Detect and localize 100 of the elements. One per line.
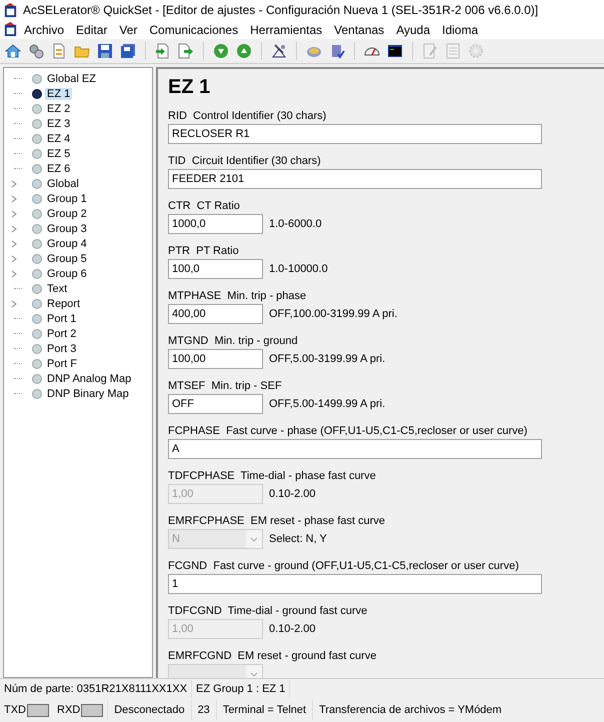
terminal-status: Terminal = Telnet bbox=[216, 700, 312, 720]
tree-item[interactable]: Port 1 bbox=[45, 312, 78, 324]
menu-item[interactable]: Herramientas bbox=[244, 22, 328, 36]
tree-item[interactable]: Group 2 bbox=[45, 208, 89, 220]
tree-item[interactable]: Port 2 bbox=[45, 328, 78, 340]
app-icon[interactable] bbox=[3, 22, 18, 37]
setting-label: EMRFCGND EM reset - ground fast curve bbox=[168, 649, 378, 664]
tree-item[interactable]: Group 3 bbox=[45, 222, 89, 234]
status-dot-icon bbox=[32, 374, 42, 384]
tree-item[interactable]: Global bbox=[45, 178, 81, 190]
setting-label: TDFCPHASE Time-dial - phase fast curve bbox=[168, 469, 377, 484]
tree-item[interactable]: EZ 6 bbox=[45, 162, 72, 174]
expand-icon[interactable] bbox=[10, 224, 18, 232]
txd-indicator bbox=[27, 704, 49, 716]
tree-item[interactable]: Report bbox=[45, 298, 82, 310]
window-title: AcSELerator® QuickSet - [Editor de ajustes - Configuración Nueva 1 (SEL-351R-2 006 v6.6.0.0)] bbox=[23, 3, 538, 17]
status-dot-icon bbox=[32, 344, 42, 354]
tree-item[interactable]: EZ 3 bbox=[45, 118, 72, 130]
tree-item[interactable]: Group 1 bbox=[45, 192, 89, 204]
menu-item[interactable]: Ver bbox=[113, 22, 144, 36]
range-hint: 1.0-6000.0 bbox=[269, 218, 322, 230]
expand-icon[interactable] bbox=[10, 210, 18, 218]
status-dot-icon bbox=[32, 328, 42, 338]
terminal-icon[interactable] bbox=[386, 42, 404, 60]
status-dot-icon bbox=[32, 224, 42, 234]
tree-item[interactable]: EZ 5 bbox=[45, 148, 72, 160]
expand-icon[interactable] bbox=[10, 300, 18, 308]
input-field[interactable]: 1000,0 bbox=[168, 214, 263, 234]
status-dot-icon bbox=[32, 388, 42, 398]
tree-item[interactable]: Text bbox=[45, 282, 70, 294]
status-dot-icon bbox=[32, 134, 42, 144]
expand-icon[interactable] bbox=[10, 180, 18, 188]
setting-label: EMRFCPHASE EM reset - phase fast curve bbox=[168, 514, 386, 529]
input-field[interactable]: A bbox=[168, 439, 542, 459]
setting-label: TID Circuit Identifier (30 chars) bbox=[168, 154, 322, 169]
setting-label: TDFCGND Time-dial - ground fast curve bbox=[168, 604, 368, 619]
tree-item[interactable]: Port 3 bbox=[45, 342, 78, 354]
tree-item[interactable]: Group 6 bbox=[45, 268, 89, 280]
status-dot-icon bbox=[32, 148, 42, 158]
tree-item[interactable]: EZ 2 bbox=[45, 102, 72, 114]
menu-item[interactable]: Ayuda bbox=[390, 22, 436, 36]
tree-item[interactable]: Group 5 bbox=[45, 252, 89, 264]
setting-label: MTGND Min. trip - ground bbox=[168, 334, 299, 349]
part-number: Núm de parte: 0351R21X8111XX1XX bbox=[0, 680, 192, 698]
range-hint: OFF,5.00-3199.99 A pri. bbox=[269, 353, 386, 365]
expand-icon[interactable] bbox=[10, 240, 18, 248]
setting-label: RID Control Identifier (30 chars) bbox=[168, 109, 328, 124]
input-field[interactable]: 100,0 bbox=[168, 259, 263, 279]
menu-item[interactable]: Archivo bbox=[18, 22, 70, 36]
tree-item[interactable]: DNP Analog Map bbox=[45, 372, 134, 384]
setting-label: MTSEF Min. trip - SEF bbox=[168, 379, 283, 394]
menu-item[interactable]: Idioma bbox=[436, 22, 484, 36]
rxd-label: RXD bbox=[57, 704, 80, 716]
setting-label: CTR CT Ratio bbox=[168, 199, 241, 214]
menu-item[interactable]: Comunicaciones bbox=[143, 22, 244, 36]
input-field[interactable]: 100,00 bbox=[168, 349, 263, 369]
connection-status: Desconectado bbox=[107, 700, 191, 720]
group-status: EZ Group 1 : EZ 1 bbox=[192, 680, 290, 698]
input-field[interactable]: RECLOSER R1 bbox=[168, 124, 542, 144]
caret-icon bbox=[246, 665, 262, 678]
setting-label: FCGND Fast curve - ground (OFF,U1-U5,C1-C5,recloser or user curve) bbox=[168, 559, 520, 574]
expand-icon[interactable] bbox=[10, 254, 18, 262]
save-all-icon[interactable] bbox=[119, 42, 137, 60]
page-heading: EZ 1 bbox=[168, 76, 212, 99]
save-icon[interactable] bbox=[96, 42, 114, 60]
status-dot-icon bbox=[32, 104, 42, 114]
input-field[interactable]: 1 bbox=[168, 574, 542, 594]
status-dot-icon bbox=[32, 358, 42, 368]
tree-item[interactable]: Port F bbox=[45, 358, 79, 370]
txd-label: TXD bbox=[4, 704, 26, 716]
range-hint: 0.10-2.00 bbox=[269, 623, 316, 635]
menu-item[interactable]: Ventanas bbox=[328, 22, 390, 36]
status-dot-icon bbox=[32, 284, 42, 294]
status-dot-icon bbox=[32, 208, 42, 218]
range-hint: Select: N, Y bbox=[269, 533, 327, 545]
house-icon[interactable] bbox=[4, 42, 22, 60]
input-field[interactable]: FEEDER 2101 bbox=[168, 169, 542, 189]
status-dot-icon bbox=[32, 238, 42, 248]
status-dot-icon bbox=[32, 178, 42, 188]
tree-item[interactable]: EZ 4 bbox=[45, 132, 72, 144]
port-number: 23 bbox=[190, 700, 216, 720]
tree-item[interactable]: EZ 1 bbox=[45, 88, 72, 100]
setting-label: PTR PT Ratio bbox=[168, 244, 240, 259]
menu-item[interactable]: Editar bbox=[70, 22, 114, 36]
tree-item[interactable]: Global EZ bbox=[45, 72, 98, 84]
transfer-status: Transferencia de archivos = YMódem bbox=[312, 700, 508, 720]
status-dot-icon bbox=[32, 314, 42, 324]
range-hint: OFF,5.00-1499.99 A pri. bbox=[269, 398, 386, 410]
expand-icon[interactable] bbox=[10, 194, 18, 202]
range-hint: 0.10-2.00 bbox=[269, 488, 316, 500]
input-field[interactable]: OFF bbox=[168, 394, 263, 414]
status-dot-icon bbox=[32, 268, 42, 278]
tree-item[interactable]: DNP Binary Map bbox=[45, 388, 131, 400]
input-field[interactable]: 400,00 bbox=[168, 304, 263, 324]
status-dot-icon bbox=[32, 298, 42, 308]
tree-item[interactable]: Group 4 bbox=[45, 238, 89, 250]
document-arrow-out-icon[interactable] bbox=[177, 42, 195, 60]
expand-icon[interactable] bbox=[10, 270, 18, 278]
setting-label: MTPHASE Min. trip - phase bbox=[168, 289, 308, 304]
status-dot-icon bbox=[32, 88, 42, 98]
